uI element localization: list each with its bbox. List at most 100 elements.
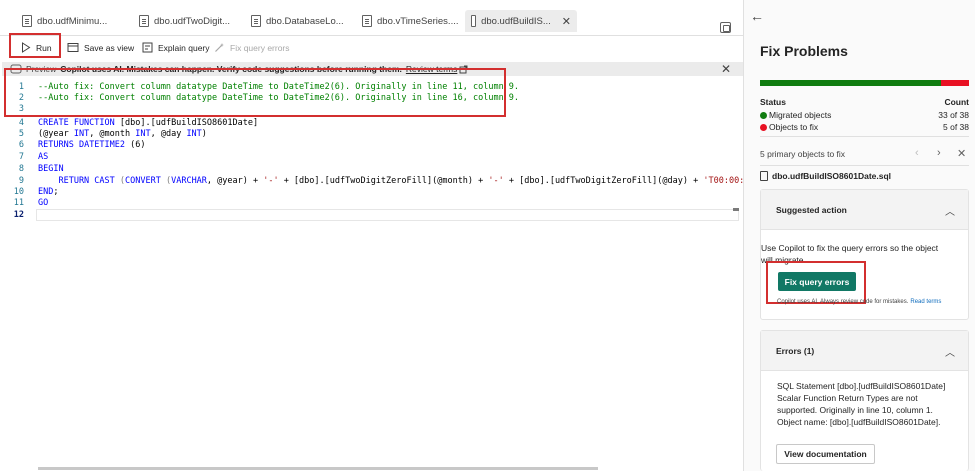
vertical-scroll-marker[interactable] (733, 208, 739, 211)
code-text: GO (38, 198, 48, 209)
code-text: RETURNS DATETIME2 (6) (38, 140, 146, 151)
save-as-view-button[interactable]: Save as view (67, 39, 134, 56)
code-token: CONVERT (125, 176, 166, 186)
errors-header[interactable]: Errors (1) ︿ (761, 331, 968, 371)
file-icon (471, 15, 477, 27)
line-number: 2 (18, 93, 24, 103)
red-dot-icon (760, 124, 767, 131)
explain-query-button[interactable]: Explain query (142, 39, 210, 56)
tab-label: dbo.vTimeSeries.... (377, 15, 459, 27)
tab-label: dbo.udfMinimu... (37, 15, 108, 27)
suggested-action-title: Suggested action (776, 205, 847, 215)
view-documentation-button[interactable]: View documentation (776, 444, 875, 464)
read-terms-link[interactable]: Read terms (910, 299, 941, 305)
line-number: 3 (18, 104, 24, 114)
suggested-action-header[interactable]: Suggested action ︿ (761, 190, 968, 230)
count-label: Count (944, 97, 969, 107)
code-token: CREATE FUNCTION (38, 118, 120, 128)
tofix-label: Objects to fix (769, 122, 819, 132)
code-token: (6) (130, 140, 146, 150)
code-text: CREATE FUNCTION [dbo].[udfBuildISO8601Da… (38, 118, 258, 129)
line-number: 11 (13, 198, 24, 208)
next-object-icon[interactable]: › (937, 147, 941, 159)
copy-window-icon[interactable] (720, 22, 731, 33)
migrated-count: 33 of 38 (938, 110, 969, 120)
object-file-row: dbo.udfBuildISO8601Date.sql (760, 171, 891, 181)
copilot-preview-banner: Preview Copilot uses AI. Mistakes can ha… (2, 62, 743, 76)
code-token: (@year (38, 129, 74, 139)
divider (760, 165, 969, 166)
run-label: Run (36, 42, 52, 53)
code-token: GO (38, 198, 49, 208)
errors-title: Errors (1) (776, 346, 815, 356)
chevron-up-icon[interactable]: ︿ (945, 344, 955, 359)
progress-migrated (760, 80, 942, 86)
close-tab-icon[interactable]: ✕ (562, 15, 571, 28)
code-token: BEGIN (38, 164, 64, 174)
code-editor[interactable]: 1 --Auto fix: Convert column datatype Dat… (0, 80, 791, 470)
line-number: 12 (13, 210, 24, 220)
fix-query-errors-button[interactable]: Fix query errors (778, 272, 856, 291)
code-line: 8 BEGIN (0, 164, 743, 175)
line-number: 10 (13, 187, 24, 197)
suggested-action-text: Use Copilot to fix the query errors so t… (761, 243, 939, 265)
tab-vtimeseries[interactable]: dbo.vTimeSeries.... (356, 10, 464, 32)
code-text: AS (38, 152, 48, 163)
line-number: 4 (18, 118, 24, 128)
migration-progress-bar (760, 80, 969, 86)
close-banner-icon[interactable]: ✕ (721, 62, 731, 76)
tab-udfbuildiso[interactable]: dbo.udfBuildIS... ✕ (465, 10, 577, 32)
line-number: 1 (18, 82, 24, 92)
status-header: Status Count (760, 97, 969, 107)
migrated-objects-row: Migrated objects 33 of 38 (760, 110, 969, 120)
file-icon (760, 171, 768, 181)
fix-query-errors-label: Fix query errors (230, 42, 290, 53)
fix-query-errors-toolbar-button[interactable]: Fix query errors (214, 39, 290, 56)
file-icon (22, 15, 32, 27)
save-as-view-label: Save as view (84, 42, 135, 53)
code-token: , @month (89, 129, 136, 139)
primary-objects-row: 5 primary objects to fix ‹ › ✕ (760, 147, 969, 161)
tab-udfminimum[interactable]: dbo.udfMinimu... (16, 10, 113, 32)
code-token: AS (38, 152, 49, 162)
tab-databaselog[interactable]: dbo.DatabaseLo... (245, 10, 350, 32)
tab-udftwodigit[interactable]: dbo.udfTwoDigit... (133, 10, 236, 32)
tab-label: dbo.udfTwoDigit... (154, 15, 231, 27)
code-line: 10 END; (0, 187, 743, 198)
code-token: INT (135, 129, 151, 139)
objects-to-fix-row: Objects to fix 5 of 38 (760, 122, 969, 132)
file-icon (139, 15, 149, 27)
code-text: --Auto fix: Convert column datatype Date… (38, 93, 519, 104)
code-text: END; (38, 187, 58, 198)
primary-objects-label: 5 primary objects to fix (760, 149, 846, 159)
current-line-highlight (36, 209, 739, 221)
code-line: 6 RETURNS DATETIME2 (6) (0, 140, 743, 151)
play-icon (22, 42, 31, 53)
code-line: 3 (0, 104, 743, 115)
review-terms-link[interactable]: Review terms (406, 64, 457, 74)
tab-label: dbo.udfBuildIS... (481, 15, 551, 27)
code-text: BEGIN (38, 164, 64, 175)
code-line: 9 RETURN CAST (CONVERT (VARCHAR, @year) … (0, 176, 791, 187)
code-line: 11 GO (0, 198, 743, 209)
previous-object-icon[interactable]: ‹ (915, 147, 919, 159)
code-line: 5 (@year INT, @month INT, @day INT) (0, 129, 743, 140)
panel-title: Fix Problems (760, 43, 848, 59)
external-link-icon (459, 65, 468, 73)
line-number: 7 (18, 152, 24, 162)
chevron-up-icon[interactable]: ︿ (945, 203, 955, 218)
code-line: 1 --Auto fix: Convert column datatype Dat… (0, 82, 743, 93)
code-token: '-' (488, 176, 504, 186)
code-token: INT (186, 129, 202, 139)
horizontal-scrollbar[interactable] (38, 467, 598, 470)
divider (760, 136, 969, 137)
close-object-icon[interactable]: ✕ (957, 147, 966, 160)
code-token: '-' (263, 176, 279, 186)
code-token: --Auto fix: Convert column datatype Date… (38, 93, 520, 103)
file-icon (251, 15, 261, 27)
code-token: [dbo].[udfBuildISO8601Date] (119, 118, 259, 128)
run-button[interactable]: Run (21, 39, 52, 56)
code-token: VARCHAR (171, 176, 207, 186)
back-arrow-icon[interactable]: ← (750, 8, 764, 24)
code-token: DATETIME2 (78, 140, 131, 150)
